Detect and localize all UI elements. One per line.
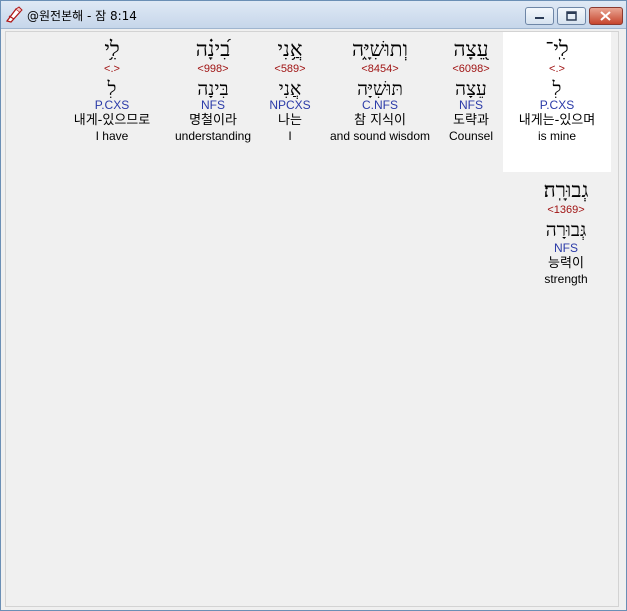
hebrew-word: עֵ֭צָה	[453, 37, 489, 61]
word-column[interactable]: גְבוּרָֽה׃ <1369> גְּבוּרָה NFS 능력이 stre…	[518, 177, 614, 287]
korean-gloss: 참 지식이	[354, 113, 406, 128]
english-gloss: understanding	[174, 129, 252, 143]
interlinear-panel: לִ֥י <.> לִ P.CXS 내게-있으므로 I have בִ֝ינָ֗…	[5, 31, 619, 607]
close-button[interactable]	[589, 7, 623, 25]
close-icon	[600, 11, 611, 21]
maximize-button[interactable]	[557, 7, 586, 25]
korean-gloss: 내게-있으므로	[73, 113, 151, 128]
morphology-code: NFS	[201, 98, 225, 112]
hebrew-lexeme: בִּינָה	[197, 78, 229, 100]
korean-gloss: 도략과	[453, 113, 489, 128]
word-column[interactable]: אֲ֥נִי <589> אֲנִי NPCXS 나는 I	[262, 36, 318, 144]
title-bar[interactable]: @원전본해 - 잠 8:14	[1, 1, 626, 29]
word-column-selected[interactable]: לִֽי־ <.> לִ P.CXS 내게는-있으며 is mine	[503, 32, 611, 172]
app-window: @원전본해 - 잠 8:14 לִ֥י <.> לִ P.CXS 내게-있으므로…	[0, 0, 627, 611]
morphology-code: P.CXS	[94, 98, 130, 112]
hebrew-lexeme: לִ	[552, 78, 562, 100]
english-gloss: strength	[544, 272, 588, 286]
window-title: @원전본해 - 잠 8:14	[27, 9, 137, 23]
app-logo-icon	[5, 6, 23, 24]
hebrew-word: לִ֥י	[104, 37, 120, 61]
morphology-code: NPCXS	[269, 98, 311, 112]
strong-number[interactable]: <6098>	[442, 62, 500, 76]
strong-number[interactable]: <998>	[166, 62, 260, 76]
morphology-code: P.CXS	[539, 98, 575, 112]
hebrew-lexeme: גְּבוּרָה	[545, 219, 587, 241]
hebrew-word: אֲ֥נִי	[277, 37, 303, 61]
word-column[interactable]: בִ֝ינָ֗ה <998> בִּינָה NFS 명철이라 understa…	[166, 36, 260, 144]
english-gloss: Counsel	[448, 129, 494, 143]
english-gloss: is mine	[537, 129, 576, 143]
strong-number[interactable]: <.>	[60, 62, 164, 76]
hebrew-word: בִ֝ינָ֗ה	[195, 37, 231, 61]
english-gloss: and sound wisdom	[329, 129, 431, 143]
word-column[interactable]: לִ֥י <.> לִ P.CXS 내게-있으므로 I have	[60, 36, 164, 144]
english-gloss: I	[288, 129, 292, 143]
korean-gloss: 내게는-있으며	[518, 113, 596, 128]
english-gloss: I have	[95, 129, 129, 143]
word-column[interactable]: עֵ֭צָה <6098> עֵצָה NFS 도략과 Counsel	[442, 36, 500, 144]
strong-number[interactable]: <1369>	[518, 203, 614, 217]
korean-gloss: 능력이	[548, 256, 584, 271]
hebrew-word: גְבוּרָֽה׃	[543, 178, 589, 202]
hebrew-lexeme: אֲנִי	[278, 78, 302, 100]
hebrew-word: לִֽי־	[545, 37, 569, 61]
minimize-button[interactable]	[525, 7, 554, 25]
korean-gloss: 나는	[278, 113, 302, 128]
strong-number[interactable]: <589>	[262, 62, 318, 76]
strong-number[interactable]: <.>	[503, 62, 611, 76]
morphology-code: NFS	[554, 241, 578, 255]
strong-number[interactable]: <8454>	[320, 62, 440, 76]
minimize-icon	[535, 17, 544, 19]
word-column[interactable]: וְתוּשִׁיָּ֑ה <8454> תּוּשִׁיָּה C.NFS 참…	[320, 36, 440, 144]
morphology-code: NFS	[459, 98, 483, 112]
hebrew-word: וְתוּשִׁיָּ֑ה	[351, 37, 408, 61]
korean-gloss: 명철이라	[189, 113, 237, 128]
morphology-code: C.NFS	[362, 98, 398, 112]
hebrew-lexeme: תּוּשִׁיָּה	[357, 78, 403, 100]
maximize-icon	[566, 11, 577, 21]
hebrew-lexeme: עֵצָה	[455, 78, 487, 100]
hebrew-lexeme: לִ	[107, 78, 117, 100]
